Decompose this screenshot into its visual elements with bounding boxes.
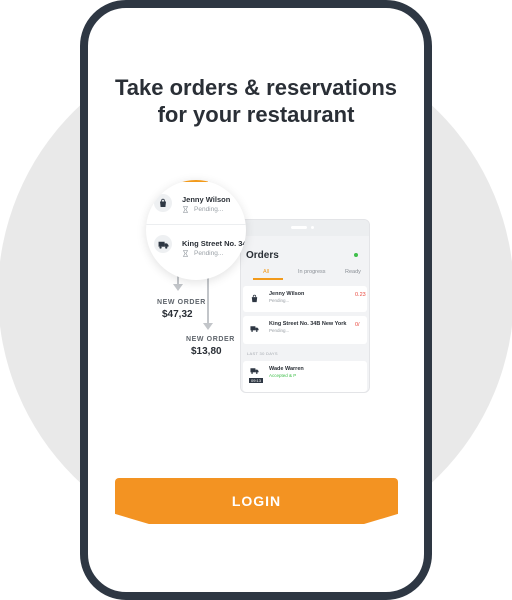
login-button[interactable]: LOGIN [115,478,398,524]
headline-line-2: for your restaurant [157,102,355,127]
headline: Take orders & reservations for your rest… [88,74,424,128]
headline-line-1: Take orders & reservations [114,75,398,100]
